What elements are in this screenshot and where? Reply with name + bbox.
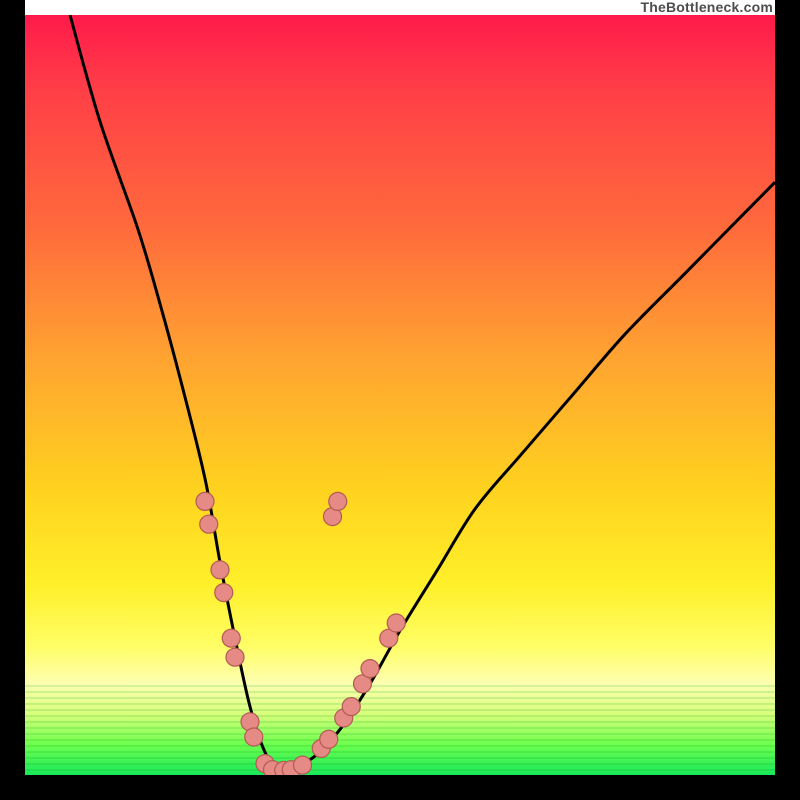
- curve-marker: [215, 584, 233, 602]
- curve-marker: [361, 660, 379, 678]
- curve-marker: [222, 629, 240, 647]
- curve-marker: [245, 728, 263, 746]
- curve-marker: [196, 492, 214, 510]
- curve-marker: [320, 730, 338, 748]
- curve-marker: [294, 756, 312, 774]
- curve-marker: [342, 698, 360, 716]
- curve-svg: [25, 15, 775, 775]
- curve-marker: [211, 561, 229, 579]
- chart-stage: TheBottleneck.com: [0, 0, 800, 800]
- plot-area: [25, 15, 775, 775]
- curve-marker: [329, 492, 347, 510]
- bottleneck-curve: [70, 15, 775, 771]
- curve-marker: [387, 614, 405, 632]
- curve-marker: [200, 515, 218, 533]
- curve-markers: [196, 492, 405, 775]
- watermark: TheBottleneck.com: [634, 0, 775, 15]
- curve-marker: [226, 648, 244, 666]
